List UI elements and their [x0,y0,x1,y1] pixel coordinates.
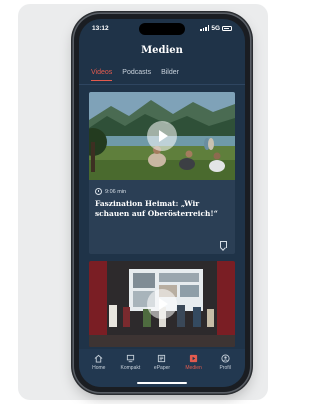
video-card[interactable] [89,261,235,347]
nav-label-home: Home [92,365,106,371]
nav-home[interactable]: Home [86,354,112,387]
play-icon[interactable] [147,121,177,151]
video-title[interactable]: Faszination Heimat: „Wir schauen auf Obe… [95,199,229,218]
bookmark-icon[interactable] [220,241,227,248]
clock-icon [95,188,102,195]
status-time: 13:12 [92,24,109,32]
nav-label-medien: Medien [185,365,202,371]
bottom-navigation: Home Kompakt ePaper Medien Profil [79,349,245,387]
tabs-divider [79,84,245,85]
video-card[interactable]: 9:06 min Faszination Heimat: „Wir schaue… [89,92,235,254]
video-thumbnail[interactable] [89,92,235,180]
tab-podcasts[interactable]: Podcasts [122,69,151,81]
kompakt-icon [126,354,134,363]
video-duration: 9:06 min [95,188,126,195]
tab-bilder[interactable]: Bilder [161,69,179,81]
phone-frame: 13:12 5G Medien Videos Podcasts Bilder 9… [74,14,250,392]
epaper-icon [158,354,166,363]
battery-icon [222,25,232,31]
nav-label-profil: Profil [219,365,231,371]
nav-label-epaper: ePaper [153,365,171,371]
home-indicator[interactable] [137,381,187,384]
medien-icon [189,354,198,363]
nav-label-kompakt: Kompakt [120,365,141,371]
profil-icon [221,354,230,363]
play-icon[interactable] [147,289,177,319]
page-title: Medien [141,45,183,56]
app-screen: 13:12 5G Medien Videos Podcasts Bilder 9… [79,19,245,387]
tab-videos[interactable]: Videos [91,69,113,81]
media-tabs: Videos Podcasts Bilder [91,69,179,81]
dynamic-island [139,23,185,35]
nav-profil[interactable]: Profil [212,354,238,387]
home-icon [94,354,103,363]
duration-label: 9:06 min [105,188,127,195]
video-thumbnail[interactable] [89,261,235,347]
signal-icon [200,25,210,31]
network-label: 5G [211,24,220,32]
